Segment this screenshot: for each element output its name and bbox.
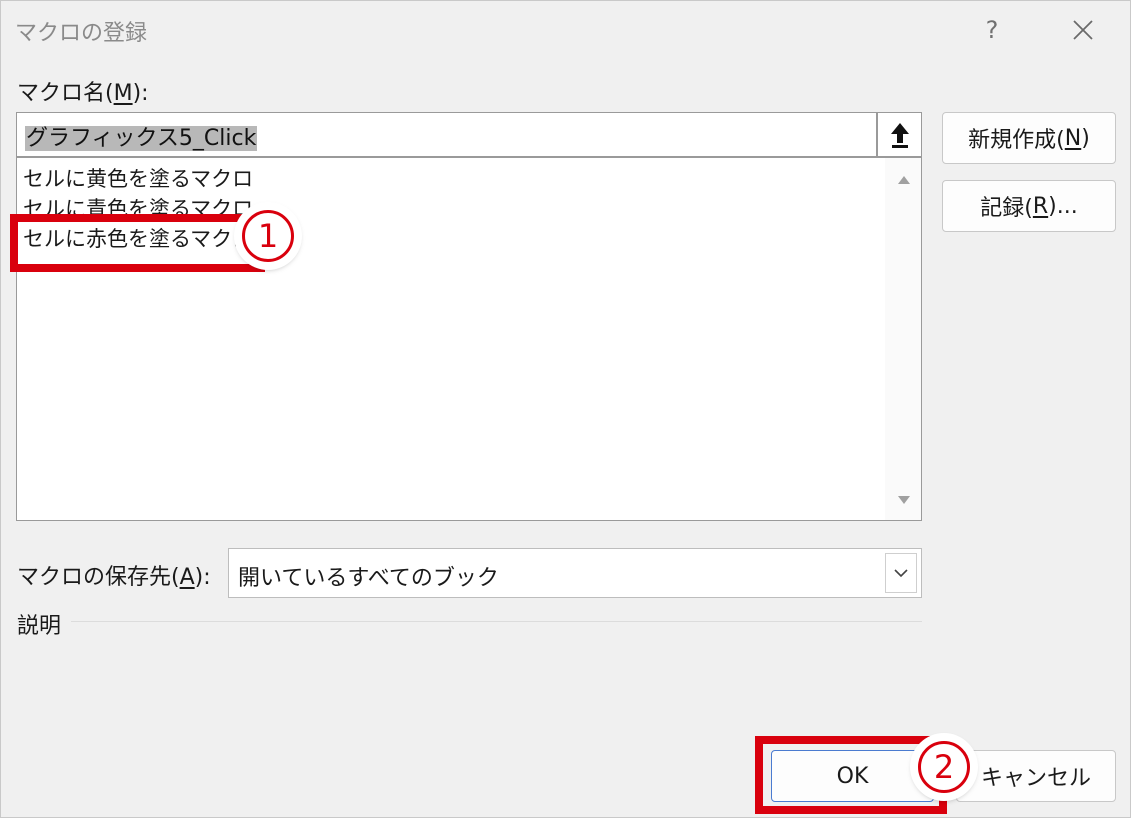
annotation-step-badge: 2: [913, 736, 975, 798]
list-scrollbar[interactable]: [885, 158, 921, 520]
list-item[interactable]: セルに黄色を塗るマクロ: [23, 164, 883, 194]
help-icon: ?: [985, 16, 999, 44]
description-label: 説明: [17, 614, 62, 639]
help-button[interactable]: ?: [965, 7, 1019, 53]
cancel-button[interactable]: キャンセル: [956, 750, 1116, 802]
scroll-up-icon[interactable]: [898, 176, 910, 184]
new-button[interactable]: 新規作成(N): [942, 112, 1116, 164]
arrow-up-icon: [890, 122, 909, 148]
record-button[interactable]: 記録(R)...: [942, 180, 1116, 232]
description-divider: [71, 621, 922, 622]
annotation-highlight-list-item: [10, 214, 265, 272]
macro-name-input[interactable]: グラフィックス5_Click: [16, 112, 877, 157]
macro-name-label: マクロ名(M):: [17, 81, 149, 106]
save-location-label: マクロの保存先(A):: [17, 565, 211, 590]
dropdown-button[interactable]: [885, 553, 917, 593]
collapse-dialog-button[interactable]: [877, 112, 922, 157]
annotation-step-badge: 1: [237, 205, 299, 267]
save-location-select[interactable]: 開いているすべてのブック: [228, 548, 922, 598]
title-bar: マクロの登録 ?: [1, 1, 1131, 61]
scroll-down-icon[interactable]: [898, 496, 910, 504]
dialog-title: マクロの登録: [15, 21, 148, 46]
close-icon: [1073, 20, 1093, 40]
save-location-value: 開いているすべてのブック: [238, 566, 499, 591]
assign-macro-dialog: マクロの登録 ? マクロ名(M): グラフィックス5_Click セルに黄色を塗…: [0, 0, 1131, 818]
macro-list[interactable]: セルに黄色を塗るマクロ セルに青色を塗るマクロ セルに赤色を塗るマクロ: [16, 157, 922, 521]
chevron-down-icon: [894, 569, 908, 578]
close-button[interactable]: [1056, 7, 1110, 53]
macro-name-value: グラフィックス5_Click: [25, 126, 258, 151]
